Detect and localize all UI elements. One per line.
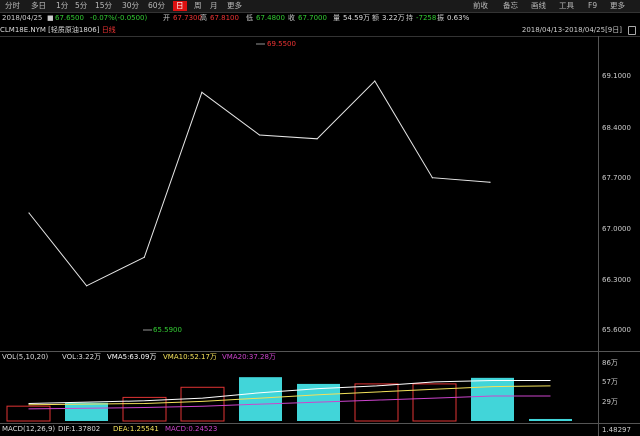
volume-chart[interactable] — [0, 351, 598, 423]
volume-axis-tick: 29万 — [602, 398, 618, 406]
price-line — [28, 80, 491, 287]
price-point — [143, 256, 145, 258]
price-point — [258, 134, 261, 136]
price-points — [28, 80, 491, 287]
price-point — [201, 91, 203, 93]
price-point — [316, 138, 318, 140]
macd-title: MACD(12,26,9) — [2, 425, 56, 433]
price-point — [28, 212, 30, 214]
price-point — [431, 177, 433, 179]
price-point — [374, 80, 376, 82]
volume-bar — [65, 402, 108, 421]
volume-axis-tick: 86万 — [602, 359, 618, 367]
volume-bar — [471, 377, 514, 421]
macd-dea: DEA:1.25541 — [113, 425, 159, 433]
macd-value: MACD:0.24523 — [165, 425, 218, 433]
volume-bar — [180, 386, 225, 422]
volume-bar — [529, 418, 572, 421]
price-point — [489, 181, 491, 183]
macd-axis-tick: 1.48297 — [602, 426, 631, 434]
volume-axis-tick: 57万 — [602, 378, 618, 386]
macd-dif: DIF:1.37802 — [58, 425, 101, 433]
max-annotation: 69.5500 — [267, 40, 296, 48]
price-point — [86, 285, 88, 287]
min-annotation: 65.5900 — [153, 326, 182, 334]
volume-bar — [354, 383, 399, 422]
